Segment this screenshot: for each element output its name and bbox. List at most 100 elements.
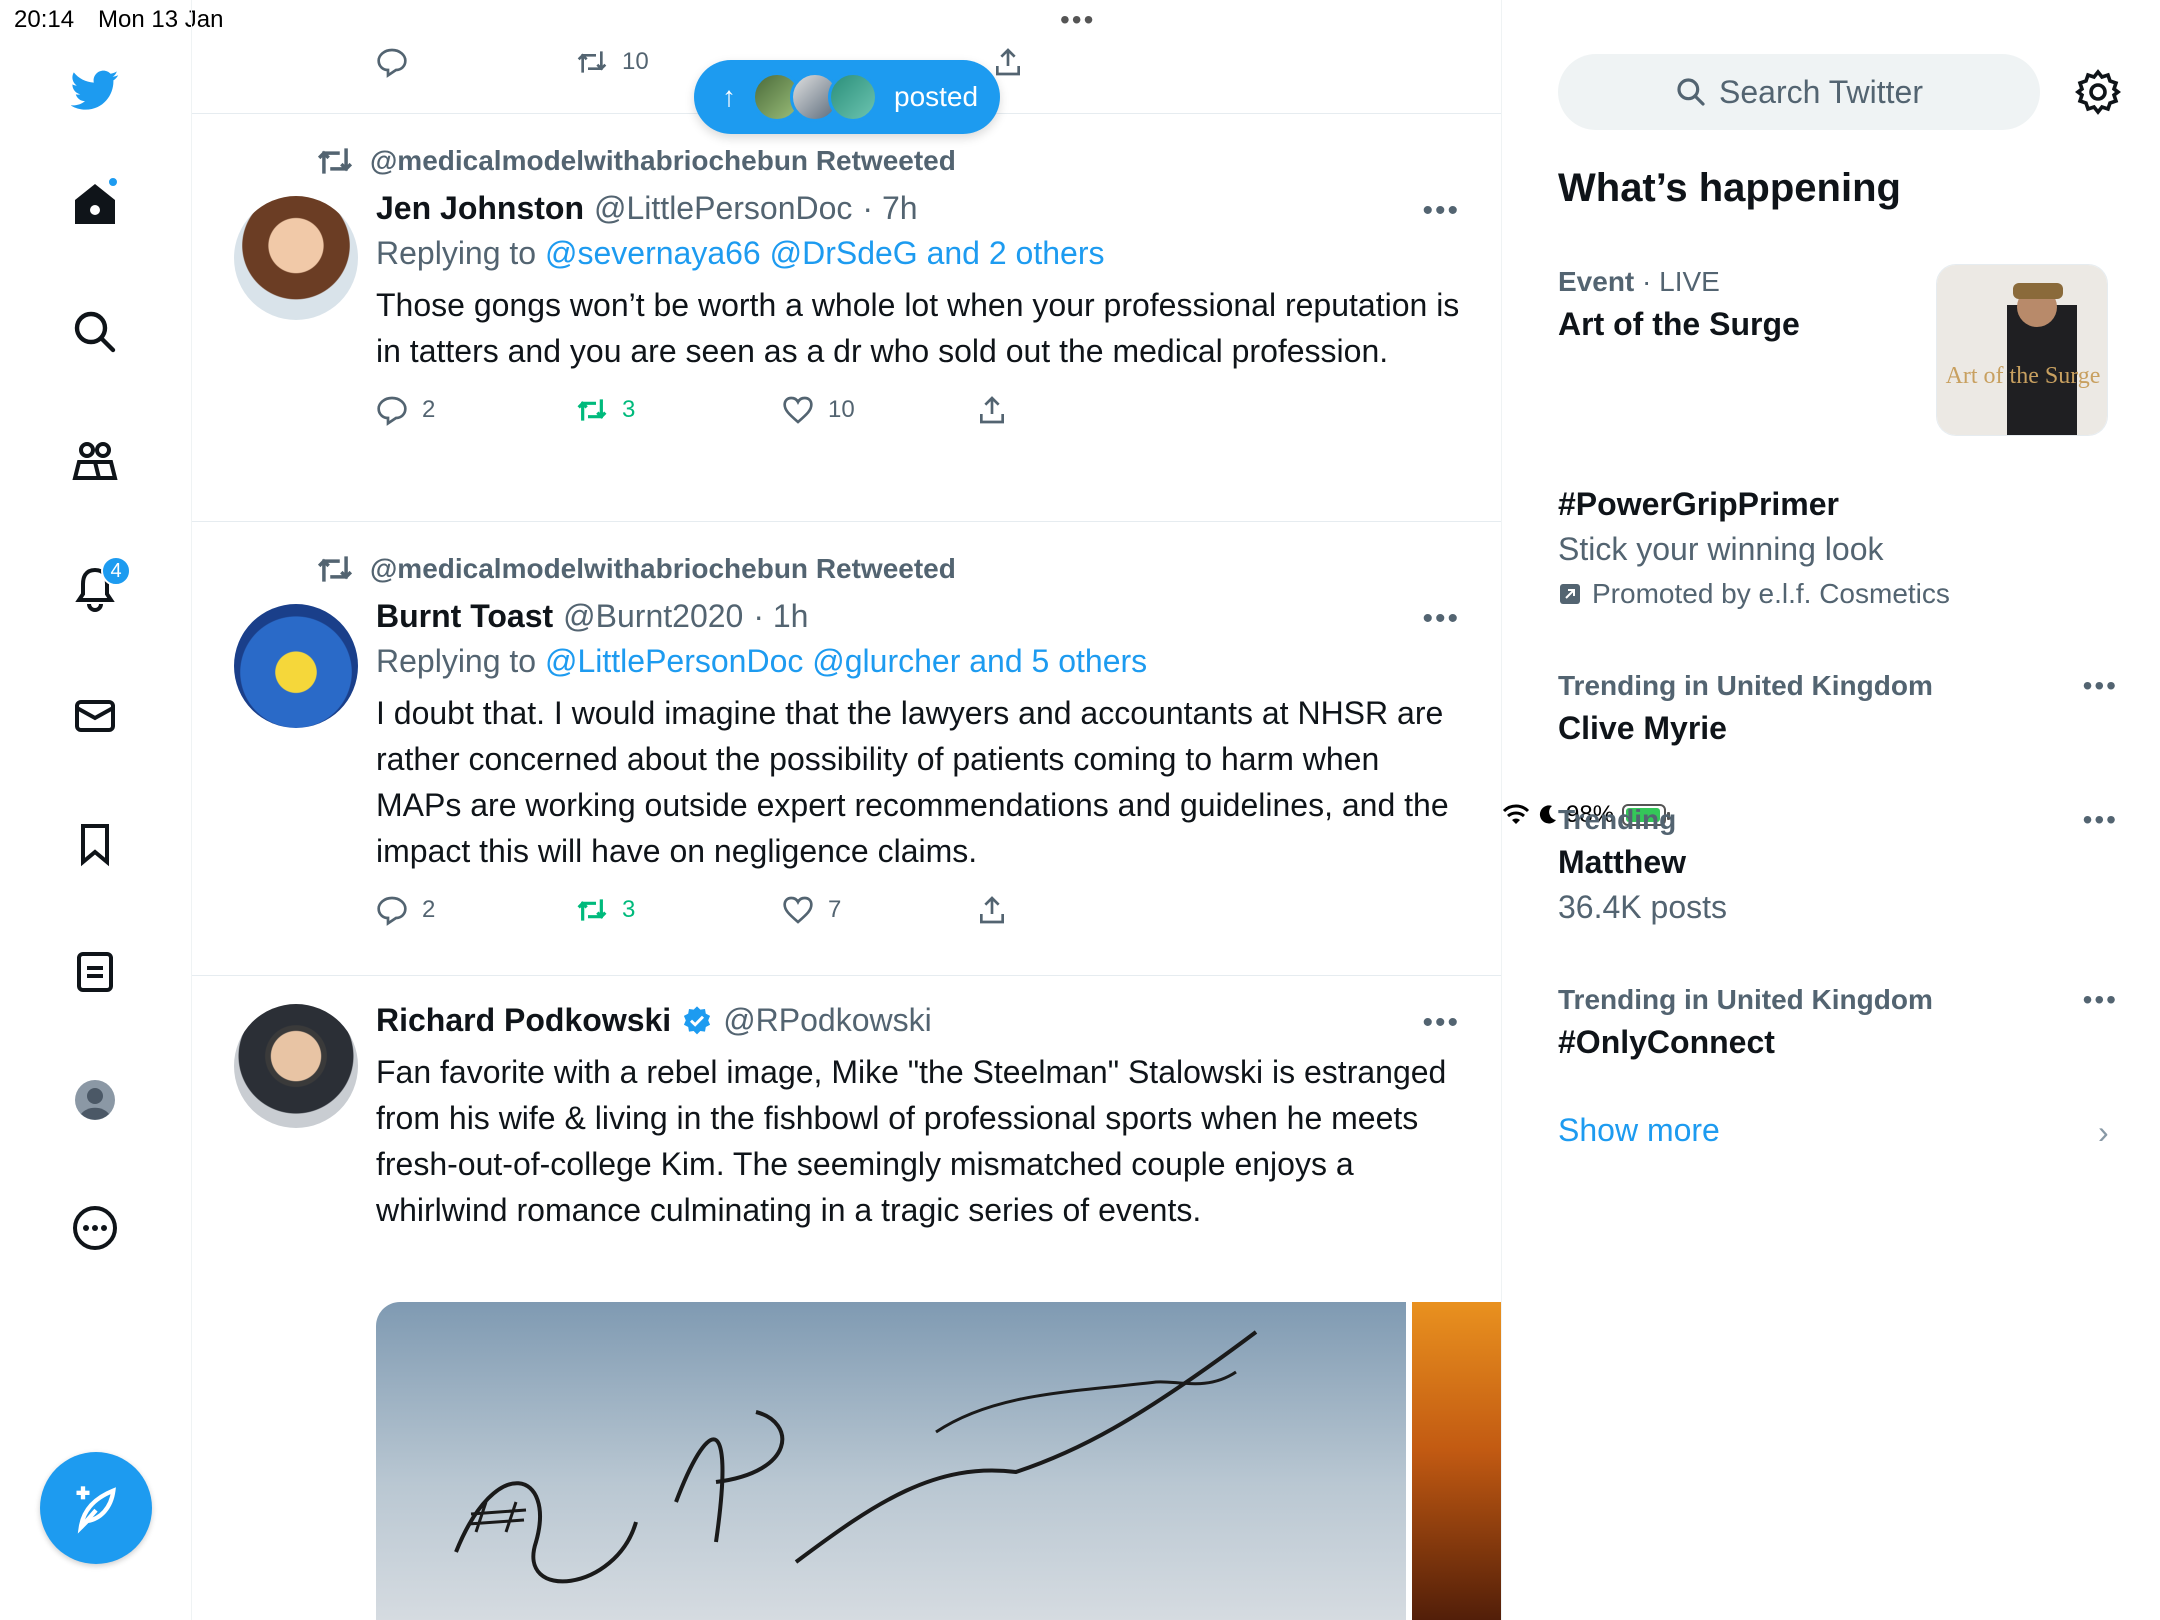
tweet-text: I doubt that. I would imagine that the l… [376, 695, 1449, 869]
search-input[interactable]: Search Twitter [1558, 54, 2040, 130]
trend-category: Trending in United Kingdom [1558, 670, 1933, 701]
posted-avatar [828, 72, 878, 122]
like-count: 10 [828, 396, 855, 423]
tweet-actions: 2 3 7 [376, 894, 1466, 934]
tweet[interactable]: @medicalmodelwithabriochebun Retweeted B… [192, 522, 1501, 976]
trend-item[interactable]: Trending Matthew 36.4K posts ••• [1558, 804, 2118, 926]
home-icon[interactable] [67, 176, 123, 232]
compose-tweet-button[interactable] [40, 1452, 152, 1564]
reply-count: 2 [422, 396, 436, 423]
author-handle[interactable]: @RPodkowski [723, 1002, 932, 1039]
promoted-text: Promoted by e.l.f. Cosmetics [1592, 578, 1950, 609]
retweet-icon [577, 51, 607, 73]
share-button[interactable] [976, 394, 1008, 426]
trend-item[interactable]: Trending in United Kingdom #OnlyConnect … [1558, 984, 2118, 1061]
share-icon [980, 396, 1004, 424]
replying-to-prefix: Replying to [376, 235, 545, 271]
retweet-button[interactable]: 3 [576, 394, 635, 426]
share-button[interactable] [976, 894, 1008, 926]
tweet-media-image-secondary[interactable] [1412, 1302, 1501, 1620]
notifications-badge: 4 [101, 556, 131, 586]
posted-label: posted [894, 81, 979, 112]
retweeted-by-line: @medicalmodelwithabriochebun Retweeted [316, 550, 956, 588]
tweet-more-icon[interactable]: ••• [1422, 194, 1460, 228]
event-thumbnail[interactable]: Art of the Surge [1936, 264, 2108, 436]
heart-icon [783, 396, 813, 424]
new-posts-pill[interactable]: ↑ posted [694, 60, 1000, 134]
signature-photo [376, 1302, 1406, 1620]
reply-button[interactable]: 2 [376, 894, 435, 926]
reply-icon [377, 396, 407, 426]
avatar[interactable] [234, 196, 358, 320]
verified-badge-icon [684, 1005, 711, 1034]
posted-avatars [752, 72, 878, 122]
author-handle[interactable]: @LittlePersonDoc [594, 190, 852, 227]
tweet-more-icon[interactable]: ••• [1422, 1006, 1460, 1040]
notifications-bell-icon[interactable]: 4 [67, 556, 131, 616]
trend-more-icon[interactable]: ••• [2083, 670, 2118, 702]
compose-quill-icon [76, 1486, 116, 1534]
communities-icon[interactable] [67, 432, 123, 488]
author-name[interactable]: Richard Podkowski [376, 1002, 671, 1039]
reply-button[interactable] [376, 46, 408, 78]
trend-more-icon[interactable]: ••• [2083, 984, 2118, 1016]
search-icon[interactable] [67, 304, 123, 360]
tweet-time[interactable]: · 1h [753, 598, 808, 635]
show-more-link[interactable]: Show more [1558, 1112, 1720, 1149]
tweet-header: Jen Johnston @LittlePersonDoc · 7h [376, 190, 1466, 227]
profile-avatar-icon[interactable] [67, 1072, 123, 1128]
retweet-count: 3 [622, 396, 636, 423]
trend-title: Clive Myrie [1558, 710, 1727, 746]
author-handle[interactable]: @Burnt2020 [563, 598, 743, 635]
home-unread-dot [107, 176, 119, 188]
trend-item[interactable]: Trending in United Kingdom Clive Myrie •… [1558, 670, 2118, 747]
trend-title: Matthew [1558, 844, 1686, 880]
twitter-logo-icon[interactable] [67, 62, 123, 118]
retweet-icon [317, 556, 353, 582]
replying-to-links[interactable]: @severnaya66 @DrSdeG and 2 others [545, 235, 1104, 271]
messages-icon[interactable] [67, 688, 123, 744]
event-image-title: Art of the Surge [1946, 363, 2101, 389]
tweet[interactable]: @medicalmodelwithabriochebun Retweeted J… [192, 114, 1501, 522]
tweet-text: Those gongs won’t be worth a whole lot w… [376, 287, 1460, 369]
search-icon [1677, 78, 1705, 106]
trend-category: Event [1558, 266, 1635, 297]
left-nav: 4 [0, 0, 192, 1620]
retweet-button[interactable]: 10 [576, 46, 649, 78]
tweet-more-icon[interactable]: ••• [1422, 602, 1460, 636]
lists-icon[interactable] [67, 944, 123, 1000]
bookmarks-icon[interactable] [67, 816, 123, 872]
trend-category: Trending in United Kingdom [1558, 984, 1933, 1015]
trend-title: #OnlyConnect [1558, 1024, 1775, 1060]
promoted-line: Promoted by e.l.f. Cosmetics [1558, 578, 2118, 610]
replying-to-prefix: Replying to [376, 643, 545, 679]
author-name[interactable]: Jen Johnston [376, 190, 584, 227]
share-button[interactable] [992, 46, 1024, 78]
settings-gear-icon[interactable] [2074, 68, 2122, 116]
retweet-button[interactable]: 3 [576, 894, 635, 926]
retweet-icon [577, 399, 607, 421]
like-button[interactable]: 10 [782, 394, 855, 426]
retweet-count: 3 [622, 896, 636, 923]
reply-button[interactable]: 2 [376, 394, 435, 426]
replying-to: Replying to @severnaya66 @DrSdeG and 2 o… [376, 235, 1466, 272]
like-button[interactable]: 7 [782, 894, 841, 926]
retweet-icon [317, 148, 353, 174]
avatar[interactable] [234, 604, 358, 728]
trend-more-icon[interactable]: ••• [2083, 804, 2118, 836]
avatar[interactable] [234, 1004, 358, 1128]
reply-icon [377, 48, 407, 78]
tweet-time[interactable]: · 7h [862, 190, 917, 227]
tweet-media-image[interactable] [376, 1302, 1406, 1620]
reply-count: 2 [422, 896, 436, 923]
trend-item-promoted[interactable]: #PowerGripPrimer Stick your winning look… [1558, 486, 2118, 610]
author-name[interactable]: Burnt Toast [376, 598, 553, 635]
tweet-text: Fan favorite with a rebel image, Mike "t… [376, 1054, 1447, 1228]
replying-to-links[interactable]: @LittlePersonDoc @glurcher and 5 others [545, 643, 1147, 679]
chevron-right-icon: › [2098, 1114, 2109, 1150]
more-options-icon[interactable] [67, 1200, 123, 1256]
retweet-icon [577, 899, 607, 921]
arrow-up-icon: ↑ [722, 81, 736, 112]
trend-meta: Trending in United Kingdom [1558, 670, 2118, 702]
retweeted-by-line: @medicalmodelwithabriochebun Retweeted [316, 142, 956, 180]
